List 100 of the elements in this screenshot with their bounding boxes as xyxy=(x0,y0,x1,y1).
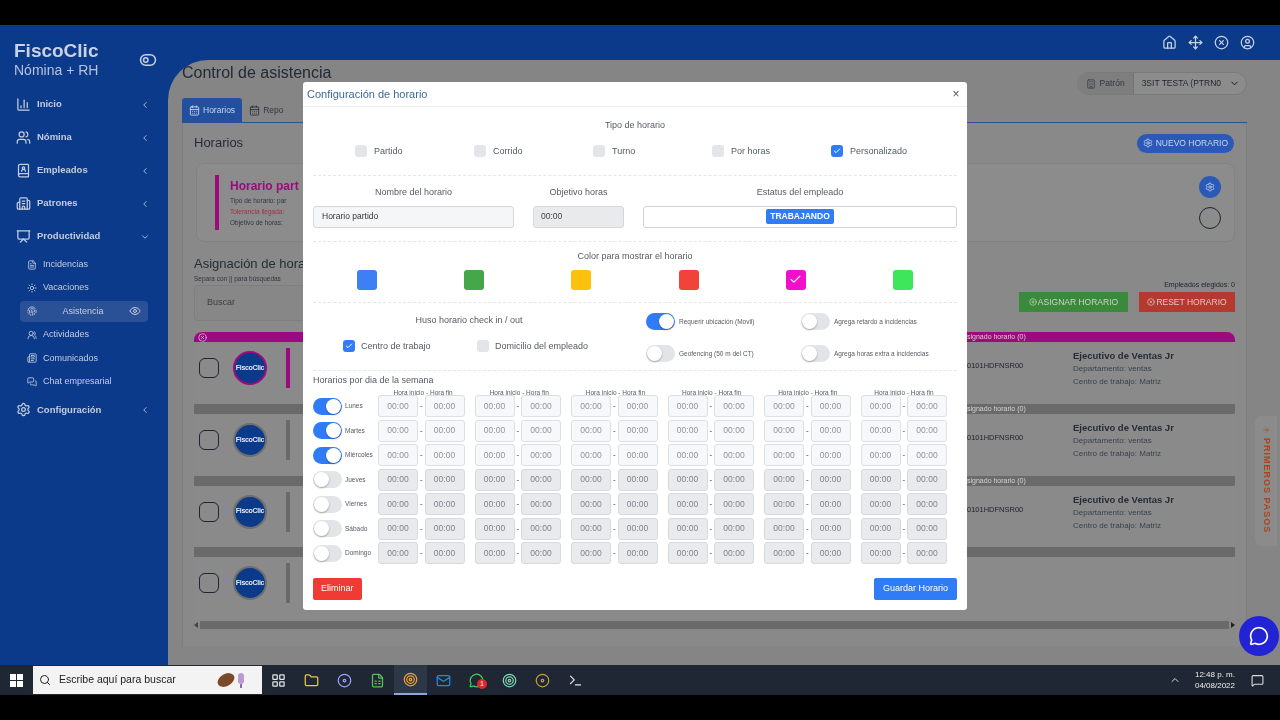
time-field[interactable]: 00:00 xyxy=(667,419,708,442)
color-swatch[interactable] xyxy=(571,269,592,290)
time-field[interactable]: 00:00 xyxy=(714,444,754,466)
status-field[interactable]: TRABAJANDO xyxy=(643,205,957,228)
checkbox[interactable] xyxy=(199,429,219,450)
time-field[interactable]: 00:00 xyxy=(667,395,708,417)
save-button[interactable]: Guardar Horario xyxy=(873,578,957,600)
time-field[interactable]: 00:00 xyxy=(521,444,561,466)
sidebar-subitem[interactable]: Vacaciones xyxy=(20,277,148,299)
toggle-switch[interactable] xyxy=(313,397,342,415)
time-field[interactable]: 00:00 xyxy=(474,395,515,417)
time-field[interactable]: 00:00 xyxy=(617,395,658,417)
color-swatch[interactable] xyxy=(678,269,699,290)
time-field[interactable]: 00:00 xyxy=(764,419,804,442)
toggle-switch[interactable] xyxy=(313,446,342,464)
side-tab[interactable]: PRIMEROS PASOS xyxy=(1255,416,1277,546)
time-field[interactable]: 00:00 xyxy=(571,395,611,417)
toggle-switch[interactable] xyxy=(313,471,342,488)
time-field[interactable]: 00:00 xyxy=(617,444,658,466)
time-field[interactable]: 00:00 xyxy=(714,395,754,417)
move-icon[interactable] xyxy=(1188,35,1203,50)
time-field[interactable]: 00:00 xyxy=(474,419,515,442)
time-field[interactable]: 00:00 xyxy=(714,419,754,442)
sidebar-item[interactable]: Configuración xyxy=(0,393,168,427)
time-field[interactable]: 00:00 xyxy=(424,444,465,466)
search-field[interactable]: Buscar xyxy=(194,285,304,321)
settings-button[interactable] xyxy=(1199,176,1221,198)
checkbox[interactable] xyxy=(199,501,219,522)
new-schedule-button[interactable]: NUEVO HORARIO xyxy=(1136,133,1234,153)
checkbox[interactable] xyxy=(199,358,219,378)
toggle-switch[interactable] xyxy=(313,495,342,513)
sidebar-item[interactable]: Productividad xyxy=(0,220,168,253)
time-field[interactable]: 00:00 xyxy=(860,444,901,466)
time-field[interactable]: 00:00 xyxy=(907,419,947,442)
tab[interactable]: Horarios xyxy=(182,98,243,122)
time-field[interactable]: 00:00 xyxy=(764,444,804,466)
time-field[interactable]: 00:00 xyxy=(810,395,851,417)
sidebar-item[interactable]: Nómina xyxy=(0,121,168,154)
clock[interactable]: 12:48 p. m. 04/08/2022 xyxy=(1194,669,1235,691)
time-field[interactable]: 00:00 xyxy=(378,444,418,466)
time-field[interactable]: 00:00 xyxy=(571,444,611,466)
toggle-switch[interactable] xyxy=(313,520,342,537)
tab[interactable]: Repo xyxy=(242,98,291,122)
checkbox[interactable] xyxy=(343,340,355,353)
toggle-icon[interactable] xyxy=(139,51,157,69)
time-field[interactable]: 00:00 xyxy=(907,395,947,417)
time-field[interactable]: 00:00 xyxy=(521,419,561,442)
time-field[interactable]: 00:00 xyxy=(764,395,804,417)
time-field[interactable]: 00:00 xyxy=(860,419,901,442)
color-swatch[interactable] xyxy=(786,269,806,290)
sidebar-subitem[interactable]: Comunicados xyxy=(20,347,148,369)
home-icon[interactable] xyxy=(1162,35,1177,50)
taskbar-search-field[interactable]: Escribe aquí para buscar xyxy=(33,666,262,694)
time-field[interactable]: 00:00 xyxy=(667,444,708,466)
sidebar-subitem[interactable]: Chat empresarial xyxy=(20,371,148,393)
close-button[interactable]: × xyxy=(949,88,963,100)
color-swatch[interactable] xyxy=(356,269,377,290)
reset-button[interactable]: RESET HORARIO xyxy=(1139,292,1235,312)
time-field[interactable]: 00:00 xyxy=(424,395,465,417)
time-field[interactable]: 00:00 xyxy=(424,419,465,442)
time-field[interactable]: 00:00 xyxy=(474,444,515,466)
start-icon[interactable] xyxy=(10,673,23,687)
toggle-switch[interactable] xyxy=(801,345,830,362)
toggle-switch[interactable] xyxy=(313,544,342,562)
delete-button[interactable]: Eliminar xyxy=(313,578,362,600)
assign-button[interactable]: ASIGNAR HORARIO xyxy=(1019,292,1128,312)
scroll-right-icon[interactable] xyxy=(1231,621,1235,628)
sidebar-item[interactable]: Inicio xyxy=(0,88,168,121)
checkbox[interactable] xyxy=(199,573,219,594)
close-icon[interactable] xyxy=(1214,35,1229,50)
checkbox[interactable] xyxy=(712,145,724,158)
time-field[interactable]: 00:00 xyxy=(521,395,561,417)
time-field[interactable]: 00:00 xyxy=(378,395,418,417)
scrollbar-thumb[interactable] xyxy=(200,620,1229,629)
checkbox[interactable] xyxy=(355,145,367,158)
patron-selector[interactable]: Patrón 3SIT TESTA (PTRN0 xyxy=(1076,72,1247,95)
taskbar-app[interactable] xyxy=(394,665,427,695)
sidebar-item[interactable]: Empleados xyxy=(0,154,168,187)
color-swatch[interactable] xyxy=(464,269,484,290)
time-field[interactable]: 00:00 xyxy=(810,444,851,466)
checkbox[interactable] xyxy=(831,145,843,158)
close-icon[interactable] xyxy=(198,332,207,342)
notification-icon[interactable] xyxy=(1251,673,1264,687)
toggle-switch[interactable] xyxy=(313,422,342,439)
time-field[interactable]: 00:00 xyxy=(617,419,658,442)
time-field[interactable]: 00:00 xyxy=(571,419,611,442)
toggle-switch[interactable] xyxy=(646,345,675,362)
color-swatch[interactable] xyxy=(893,269,914,290)
checkbox[interactable] xyxy=(474,145,486,158)
time-field[interactable]: 00:00 xyxy=(378,419,418,442)
checkbox[interactable] xyxy=(477,340,489,353)
sidebar-subitem[interactable]: Incidencias xyxy=(20,254,148,276)
toggle-switch[interactable] xyxy=(801,313,830,330)
hours-field[interactable]: 00:00 xyxy=(533,205,624,228)
user-icon[interactable] xyxy=(1240,35,1255,50)
time-field[interactable]: 00:00 xyxy=(810,419,851,442)
sidebar-item[interactable]: Patrones xyxy=(0,187,168,220)
name-field[interactable]: Horario partido xyxy=(313,205,514,228)
sidebar-subitem[interactable]: Asistencia xyxy=(20,300,148,322)
time-field[interactable]: 00:00 xyxy=(907,444,947,466)
